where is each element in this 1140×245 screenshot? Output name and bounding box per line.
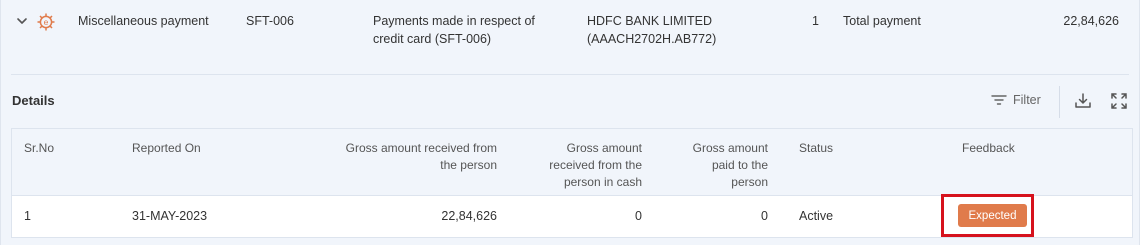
feedback-expected-button[interactable]: Expected: [958, 204, 1027, 227]
download-icon[interactable]: [1074, 92, 1092, 110]
header-srno[interactable]: Sr.No: [24, 140, 54, 157]
details-title: Details: [12, 93, 55, 108]
summary-row[interactable]: e Miscellaneous payment SFT-006 Payments…: [1, 0, 1140, 60]
row-gross-paid: 0: [761, 209, 768, 223]
summary-count: 1: [812, 14, 819, 28]
filter-button[interactable]: Filter: [991, 90, 1041, 110]
header-gross-received-line2: the person: [440, 158, 497, 172]
header-gross-paid-line1: Gross amount: [692, 141, 768, 155]
sft-entry-panel: e Miscellaneous payment SFT-006 Payments…: [0, 0, 1140, 245]
summary-category: Miscellaneous payment: [78, 14, 209, 28]
header-gross-cash-line1: Gross amount: [566, 141, 642, 155]
svg-text:e: e: [44, 17, 49, 27]
header-gross-cash[interactable]: Gross amount received from the person in…: [512, 140, 642, 191]
fullscreen-icon[interactable]: [1110, 92, 1128, 110]
header-reported-on[interactable]: Reported On: [132, 140, 201, 157]
row-srno: 1: [24, 209, 31, 223]
summary-amount: 22,84,626: [1063, 14, 1119, 28]
e-gear-icon: e: [37, 13, 55, 31]
header-gross-received[interactable]: Gross amount received from the person: [302, 140, 497, 174]
row-status: Active: [799, 209, 834, 223]
header-gross-cash-line2: received from the: [549, 158, 642, 172]
summary-type: Total payment: [843, 14, 921, 28]
table-header: Sr.No Reported On Gross amount received …: [12, 129, 1132, 196]
summary-description-line2: credit card (SFT-006): [373, 32, 492, 46]
chevron-down-icon[interactable]: [15, 14, 29, 28]
divider: [11, 74, 1129, 75]
filter-icon: [991, 95, 1007, 105]
summary-description-line1: Payments made in respect of: [373, 14, 535, 28]
summary-bank-line1: HDFC BANK LIMITED: [587, 14, 713, 28]
summary-code: SFT-006: [246, 14, 294, 28]
header-feedback[interactable]: Feedback: [962, 140, 1015, 157]
header-gross-paid-line2: paid to the: [711, 158, 768, 172]
row-gross-received: 22,84,626: [441, 209, 497, 223]
row-reported-on: 31-MAY-2023: [132, 209, 208, 223]
filter-label: Filter: [1013, 93, 1041, 107]
row-gross-cash: 0: [635, 209, 642, 223]
header-status[interactable]: Status: [799, 140, 833, 157]
header-gross-paid[interactable]: Gross amount paid to the person: [652, 140, 768, 191]
toolbar-separator: [1059, 86, 1060, 118]
header-gross-paid-line3: person: [731, 175, 768, 189]
summary-bank-line2: (AAACH2702H.AB772): [587, 32, 717, 46]
header-gross-cash-line3: person in cash: [563, 175, 642, 189]
header-gross-received-line1: Gross amount received from: [345, 141, 497, 155]
